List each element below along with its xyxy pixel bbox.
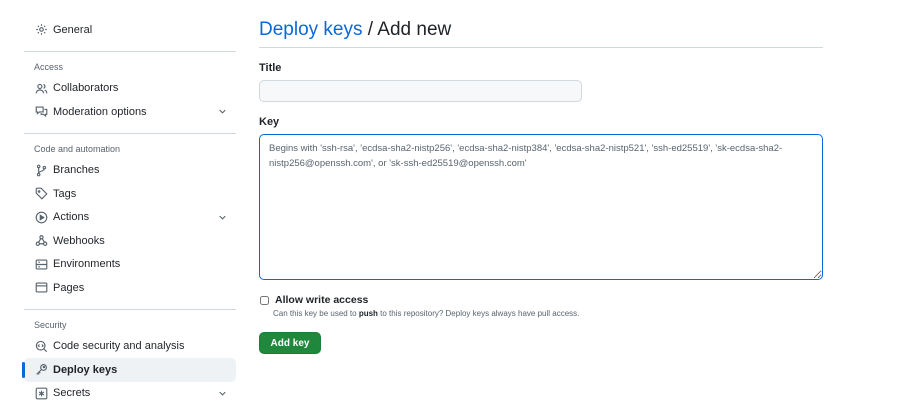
sidebar-item-actions[interactable]: Actions (24, 206, 236, 230)
sidebar-item-general[interactable]: General (24, 18, 236, 42)
sidebar-item-label: Environments (53, 258, 121, 271)
sidebar-item-label: Tags (53, 187, 77, 200)
sidebar-item-label: Code security and analysis (53, 340, 185, 353)
write-access-row: Allow write access (259, 294, 368, 306)
comment-discussion-icon (34, 105, 48, 119)
breadcrumb-deploy-keys-link[interactable]: Deploy keys (259, 19, 363, 40)
help-suffix: to this repository? Deploy keys always h… (377, 309, 580, 318)
sidebar-item-label: Collaborators (53, 82, 119, 95)
codescan-icon (34, 339, 48, 353)
title-input[interactable] (259, 80, 582, 102)
asterisk-icon (34, 386, 48, 400)
breadcrumb-current: / Add new (362, 19, 452, 40)
key-label: Key (259, 116, 280, 128)
title-divider (259, 47, 823, 48)
sidebar-item-label: Moderation options (53, 105, 147, 118)
key-icon (34, 363, 48, 377)
sidebar-item-pages[interactable]: Pages (24, 276, 236, 300)
section-heading-security: Security (34, 319, 67, 330)
tag-icon (34, 187, 48, 201)
git-branch-icon (34, 163, 48, 177)
help-bold: push (358, 309, 378, 318)
sidebar-item-label: Branches (53, 164, 100, 177)
sidebar-item-collaborators[interactable]: Collaborators (24, 77, 236, 101)
write-access-label[interactable]: Allow write access (275, 294, 368, 306)
chevron-down-icon[interactable] (217, 106, 228, 117)
sidebar-divider (24, 132, 236, 134)
sidebar-item-code-security[interactable]: Code security and analysis (24, 335, 236, 359)
chevron-down-icon[interactable] (217, 212, 228, 223)
title-label: Title (259, 62, 282, 74)
browser-icon (34, 281, 48, 295)
section-heading-access: Access (34, 61, 64, 72)
sidebar-item-label: Actions (53, 211, 90, 224)
main-content: Deploy keys / Add new Title Key Allow wr… (259, 18, 823, 354)
section-heading-code-automation: Code and automation (34, 143, 121, 154)
add-key-button[interactable]: Add key (259, 332, 321, 354)
write-access-checkbox[interactable] (260, 295, 269, 305)
sidebar-divider (24, 308, 236, 310)
settings-sidebar: General Access Collaborators Moderation … (22, 18, 236, 410)
page-title: Deploy keys / Add new (259, 18, 823, 42)
sidebar-item-secrets[interactable]: Secrets (24, 382, 236, 406)
sidebar-item-webhooks[interactable]: Webhooks (24, 229, 236, 253)
sidebar-item-environments[interactable]: Environments (24, 253, 236, 277)
sidebar-item-label: Deploy keys (53, 363, 118, 376)
sidebar-item-label: Secrets (53, 387, 91, 400)
sidebar-item-deploy-keys[interactable]: Deploy keys (22, 358, 236, 382)
sidebar-item-label: Pages (53, 281, 85, 294)
help-prefix: Can this key be used to (273, 309, 359, 318)
sidebar-item-moderation-options[interactable]: Moderation options (24, 100, 236, 124)
play-icon (34, 210, 48, 224)
chevron-down-icon[interactable] (217, 388, 228, 399)
sidebar-item-label: General (53, 23, 93, 36)
write-access-help: Can this key be used to push to this rep… (273, 309, 579, 318)
sidebar-divider (24, 50, 236, 52)
webhook-icon (34, 234, 48, 248)
people-icon (34, 81, 48, 95)
server-icon (34, 257, 48, 271)
gear-icon (34, 23, 48, 37)
key-textarea[interactable] (259, 134, 823, 280)
sidebar-item-tags[interactable]: Tags (24, 182, 236, 206)
sidebar-item-branches[interactable]: Branches (24, 159, 236, 183)
sidebar-item-label: Webhooks (53, 234, 105, 247)
